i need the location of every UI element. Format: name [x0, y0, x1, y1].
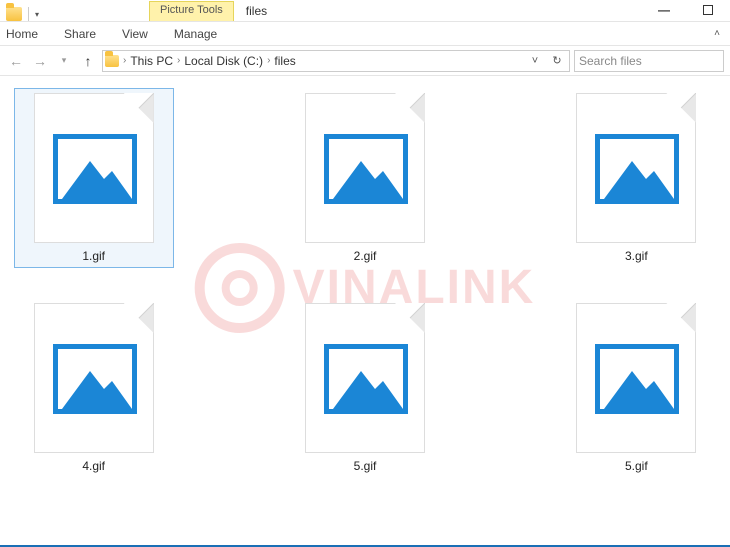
file-name-label: 5.gif [625, 459, 648, 473]
chevron-right-icon[interactable]: › [267, 55, 270, 66]
file-name-label: 3.gif [625, 249, 648, 263]
file-name-label: 2.gif [354, 249, 377, 263]
file-item[interactable]: 3.gif [556, 88, 716, 268]
file-name-label: 5.gif [354, 459, 377, 473]
title-bar: ▾ Picture Tools files — [0, 0, 730, 22]
file-thumbnail [576, 93, 696, 243]
search-placeholder: Search files [579, 54, 642, 68]
nav-recent-dropdown[interactable]: ▾ [54, 51, 74, 71]
breadcrumb-this-pc[interactable]: This PC [128, 54, 175, 68]
contextual-tab-picture-tools[interactable]: Picture Tools [149, 1, 234, 21]
image-placeholder-icon [595, 344, 679, 414]
window-title-text: files [246, 4, 267, 18]
tab-view[interactable]: View [122, 27, 148, 41]
file-thumbnail [305, 303, 425, 453]
file-thumbnail [305, 93, 425, 243]
tab-share[interactable]: Share [64, 27, 96, 41]
refresh-button[interactable]: ↻ [547, 51, 567, 71]
content-area[interactable]: VINALINK 1.gif 2.gif [0, 76, 730, 547]
window-title: files [246, 1, 267, 21]
nav-forward-button[interactable]: → [30, 51, 50, 71]
image-placeholder-icon [53, 134, 137, 204]
tab-home[interactable]: Home [6, 27, 38, 41]
breadcrumb-files[interactable]: files [272, 54, 297, 68]
maximize-button[interactable] [686, 0, 730, 21]
file-item[interactable]: 4.gif [14, 298, 174, 478]
file-thumbnail [34, 303, 154, 453]
qat-separator [28, 7, 29, 21]
address-bar[interactable]: › This PC › Local Disk (C:) › files ˅ ↻ [102, 50, 570, 72]
contextual-tab-label: Picture Tools [160, 4, 223, 16]
ribbon-collapse-icon[interactable]: ˄ [714, 28, 720, 39]
minimize-icon: — [658, 3, 670, 17]
file-grid: 1.gif 2.gif 3.gif 4. [8, 88, 722, 478]
maximize-icon [703, 5, 713, 15]
address-folder-icon [105, 55, 119, 67]
ribbon-tabs: Home Share View Manage ˄ [0, 22, 730, 46]
address-dropdown-icon[interactable]: ˅ [525, 51, 545, 71]
app-icon [6, 7, 22, 21]
chevron-right-icon[interactable]: › [177, 55, 180, 66]
file-thumbnail [576, 303, 696, 453]
qat-dropdown-icon[interactable]: ▾ [35, 10, 39, 19]
chevron-right-icon[interactable]: › [123, 55, 126, 66]
image-placeholder-icon [324, 344, 408, 414]
file-name-label: 4.gif [82, 459, 105, 473]
file-item[interactable]: 1.gif [14, 88, 174, 268]
search-input[interactable]: Search files [574, 50, 724, 72]
file-thumbnail [34, 93, 154, 243]
file-item[interactable]: 5.gif [556, 298, 716, 478]
navigation-bar: ← → ▾ ↑ › This PC › Local Disk (C:) › fi… [0, 46, 730, 76]
file-item[interactable]: 2.gif [285, 88, 445, 268]
breadcrumb-local-disk[interactable]: Local Disk (C:) [182, 54, 265, 68]
tab-manage[interactable]: Manage [174, 27, 217, 41]
image-placeholder-icon [53, 344, 137, 414]
image-placeholder-icon [324, 134, 408, 204]
file-item[interactable]: 5.gif [285, 298, 445, 478]
minimize-button[interactable]: — [642, 0, 686, 21]
image-placeholder-icon [595, 134, 679, 204]
nav-up-button[interactable]: ↑ [78, 51, 98, 71]
file-name-label: 1.gif [82, 249, 105, 263]
nav-back-button[interactable]: ← [6, 51, 26, 71]
